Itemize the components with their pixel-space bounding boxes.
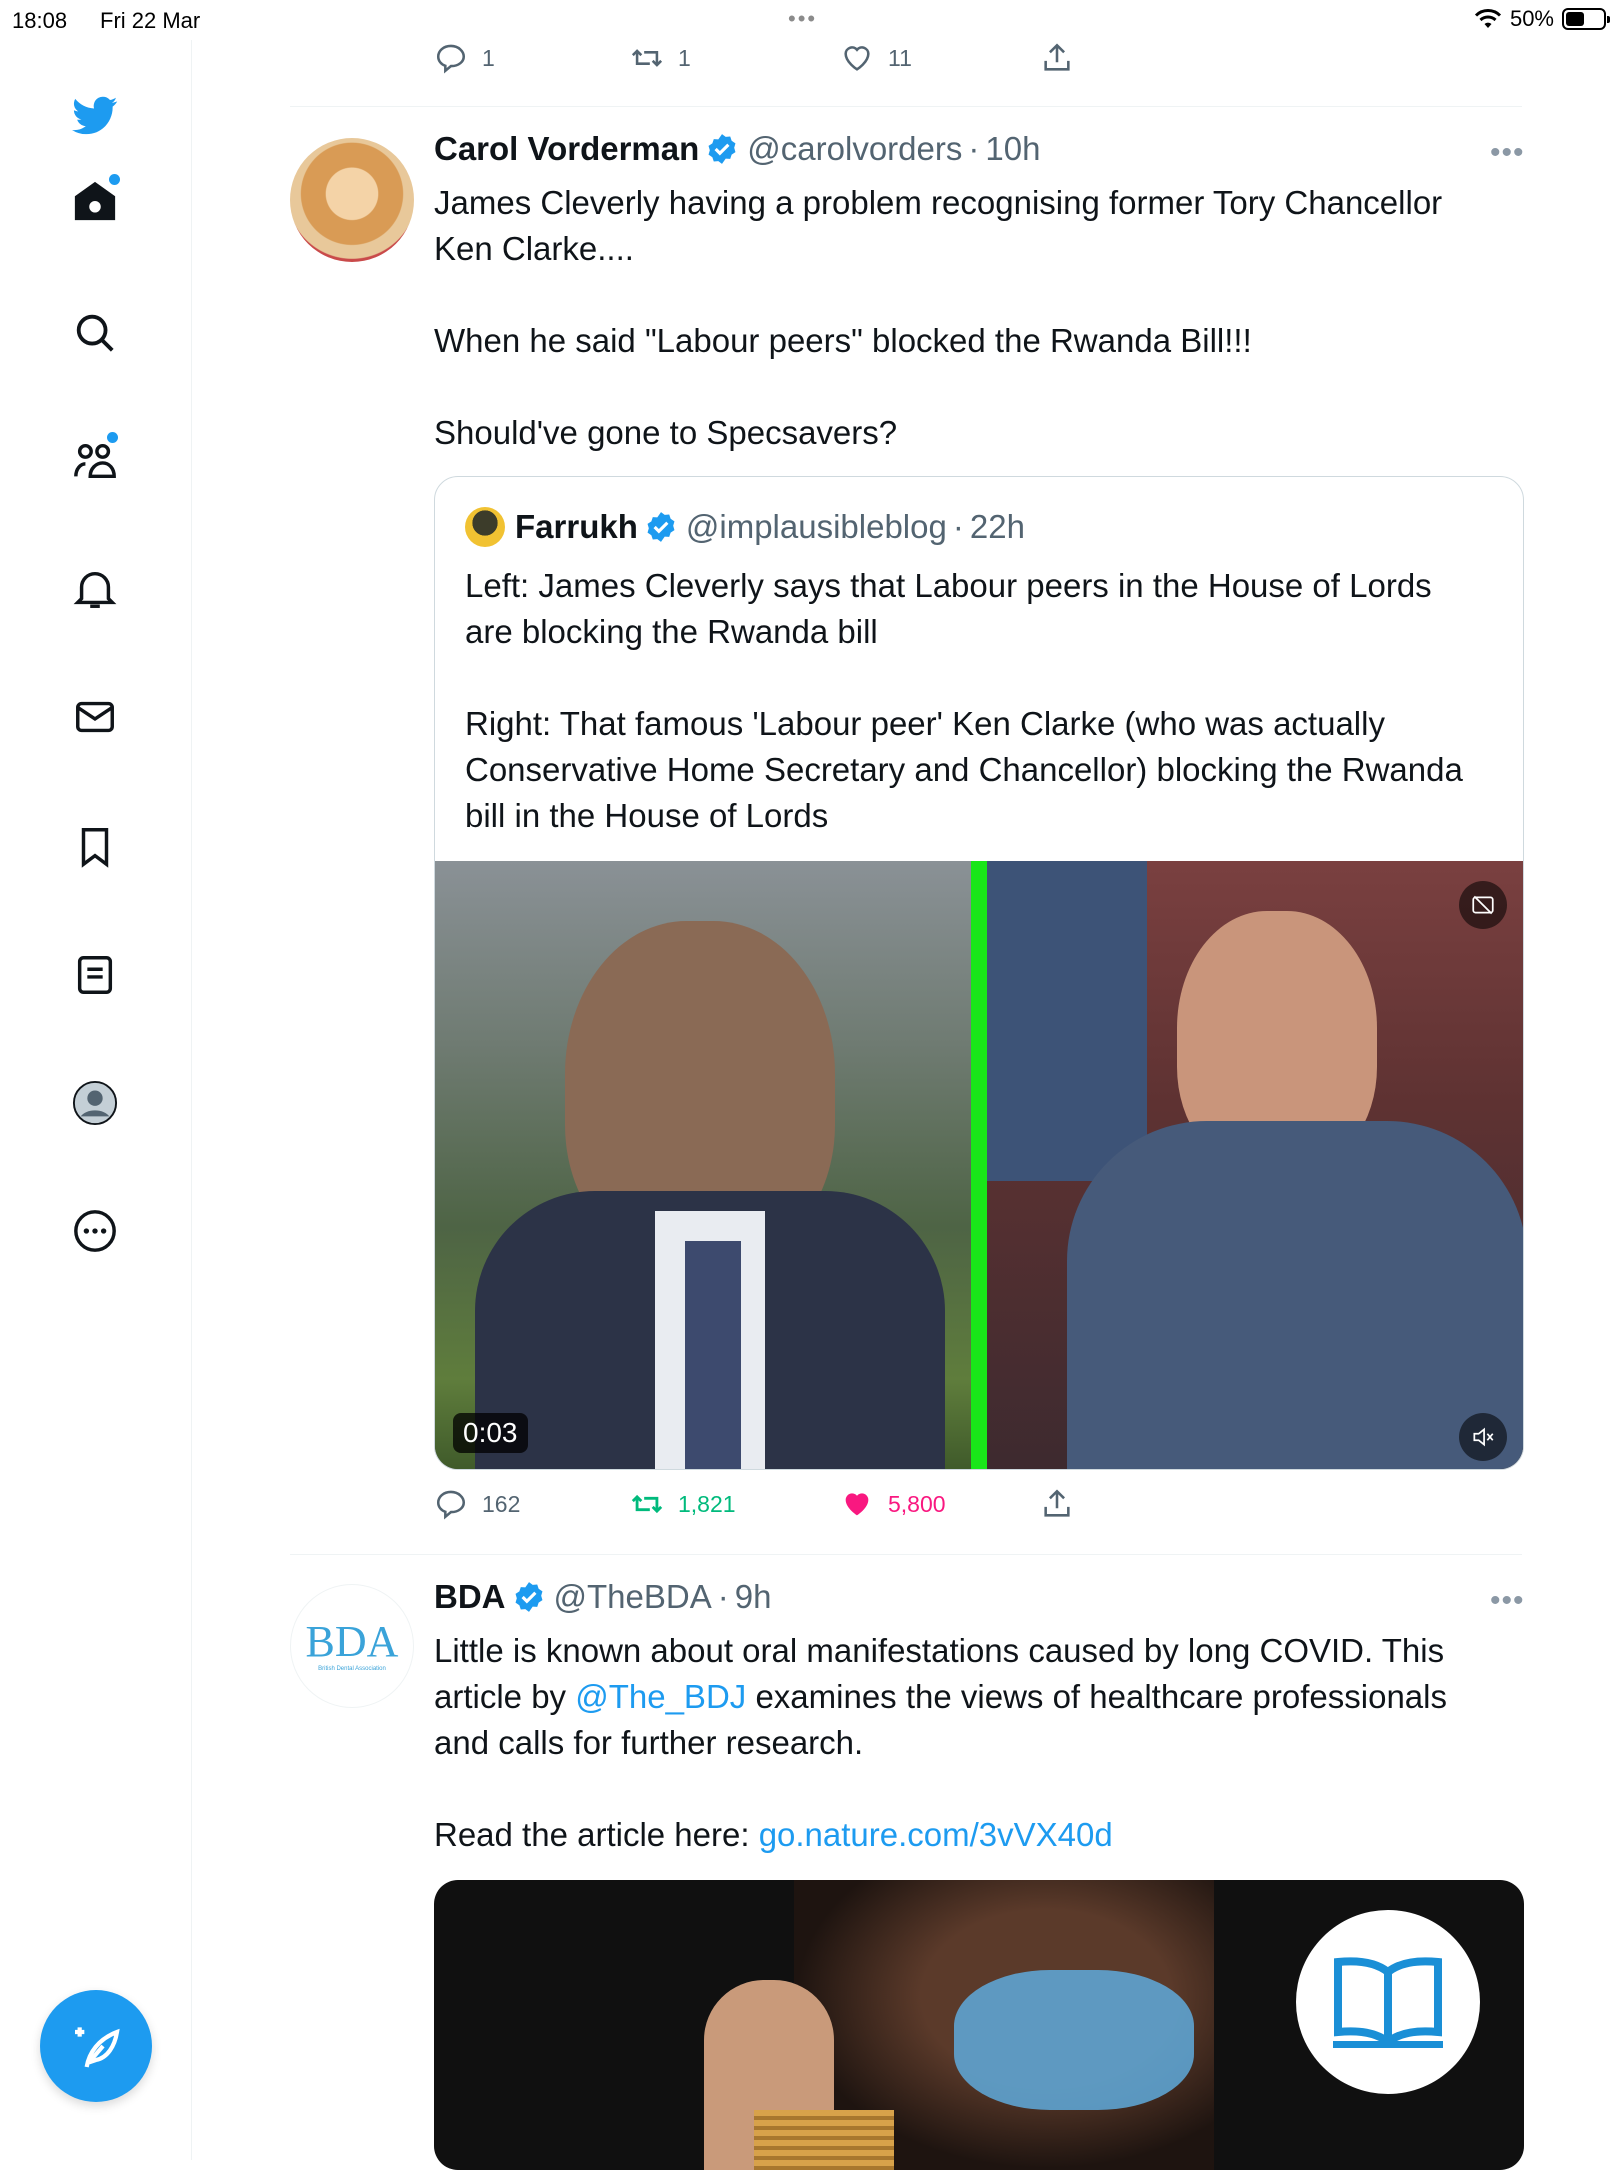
bookmark-icon[interactable] <box>62 814 128 880</box>
like-count: 5,800 <box>888 1490 946 1517</box>
separator-dot: · <box>952 508 964 545</box>
like-heart-icon <box>845 1493 869 1516</box>
retweet-count: 1,821 <box>678 1490 736 1517</box>
like-button[interactable]: 11 <box>840 41 912 75</box>
separator-dot: · <box>717 1578 729 1615</box>
verified-badge-icon <box>647 512 675 542</box>
article-image-object <box>754 2110 894 2170</box>
author-name[interactable]: Carol Vorderman <box>434 130 699 168</box>
reply-count: 1 <box>482 44 495 71</box>
tweet-time[interactable]: 9h <box>735 1578 772 1616</box>
tweet-text: Little is known about oral manifestation… <box>434 1628 1534 1858</box>
tweet-actions: 162 1,821 5,800 <box>434 1486 1094 1522</box>
video-left-tie <box>685 1241 741 1469</box>
more-circle-icon[interactable] <box>62 1198 128 1264</box>
book-icon-badge <box>1296 1910 1480 2094</box>
reply-count: 162 <box>482 1490 521 1517</box>
messages-envelope-icon[interactable] <box>62 684 128 750</box>
video-player[interactable]: 0:03 <box>435 861 1523 1469</box>
communities-unread-dot <box>107 432 118 443</box>
verified-badge-icon <box>708 134 736 164</box>
reply-button[interactable]: 1 <box>434 41 495 75</box>
separator-dot: · <box>968 130 980 167</box>
retweet-icon <box>631 1494 663 1514</box>
author-handle[interactable]: @TheBDA <box>554 1578 712 1616</box>
search-icon[interactable] <box>62 300 128 366</box>
status-time: 18:08 <box>12 8 68 33</box>
quote-author-handle[interactable]: @implausibleblog <box>686 508 947 546</box>
twitter-logo-icon[interactable] <box>62 82 128 148</box>
video-right-suit <box>1067 1121 1523 1469</box>
quote-tweet-card[interactable]: Farrukh @implausibleblog · 22h Left: Jam… <box>434 476 1524 1470</box>
share-icon <box>1044 1489 1070 1517</box>
author-name[interactable]: BDA <box>434 1578 506 1616</box>
avatar-bda[interactable]: BDA British Dental Association <box>290 1584 414 1708</box>
tweet-header: Carol Vorderman @carolvorders · 10h <box>434 130 1040 168</box>
verified-badge-icon <box>515 1582 542 1612</box>
battery-icon <box>1562 8 1610 30</box>
more-options-icon[interactable]: ••• <box>1490 136 1525 170</box>
tweet-text: James Cleverly having a problem recognis… <box>434 184 1443 451</box>
article-link[interactable]: go.nature.com/3vVX40d <box>759 1816 1113 1853</box>
tweet-divider <box>290 106 1522 107</box>
video-duration-badge: 0:03 <box>453 1413 528 1453</box>
quote-author-name[interactable]: Farrukh <box>515 508 638 546</box>
mute-icon[interactable] <box>1459 1413 1507 1461</box>
share-button[interactable] <box>1040 1487 1074 1521</box>
like-count: 11 <box>888 44 912 71</box>
multitasking-dots-icon[interactable]: ••• <box>788 6 817 32</box>
bda-logo-text: BDA <box>305 1617 399 1666</box>
home-unread-dot <box>109 174 120 185</box>
compose-tweet-button[interactable] <box>40 1990 152 2102</box>
reply-icon <box>436 1490 466 1520</box>
status-bar: 18:08 Fri 22 Mar ••• 50% <box>0 0 1620 40</box>
avatar-farrukh[interactable] <box>465 507 505 547</box>
like-button[interactable]: 5,800 <box>840 1487 946 1521</box>
status-right: 50% <box>1474 6 1610 32</box>
reply-icon <box>436 44 466 74</box>
article-image-mask <box>954 1970 1194 2110</box>
more-options-icon[interactable]: ••• <box>1490 1584 1525 1618</box>
bda-logo-subtext: British Dental Association <box>318 1666 386 1672</box>
captions-icon[interactable] <box>1459 881 1507 929</box>
compose-feather-icon <box>75 2027 120 2068</box>
lists-icon[interactable] <box>62 942 128 1008</box>
avatar-carol-vorderman[interactable] <box>290 138 414 262</box>
quote-time[interactable]: 22h <box>970 508 1025 546</box>
status-date: Fri 22 Mar <box>100 8 201 33</box>
share-button[interactable] <box>1040 41 1074 75</box>
retweet-count: 1 <box>678 44 691 71</box>
open-book-icon <box>1333 1957 1443 2048</box>
communities-icon[interactable] <box>62 428 128 494</box>
previous-tweet-actions: 1 1 11 <box>434 40 1094 76</box>
article-image-card[interactable] <box>434 1880 1524 2170</box>
retweet-icon <box>631 49 663 67</box>
battery-fill <box>1566 12 1584 26</box>
video-left-panel <box>435 861 971 1469</box>
share-icon <box>1044 43 1070 71</box>
author-handle[interactable]: @carolvorders <box>747 130 962 168</box>
retweet-button[interactable]: 1,821 <box>630 1487 736 1521</box>
video-green-divider <box>971 861 987 1469</box>
sidebar <box>0 40 192 2160</box>
profile-avatar-icon[interactable] <box>62 1070 128 1136</box>
quote-text: Left: James Cleverly says that Labour pe… <box>465 567 1463 834</box>
video-right-panel <box>987 861 1523 1469</box>
read-article-label: Read the article here: <box>434 1816 759 1853</box>
battery-percent: 50% <box>1509 6 1554 31</box>
home-icon[interactable] <box>62 168 128 234</box>
tweet-time[interactable]: 10h <box>985 130 1040 168</box>
retweet-button[interactable]: 1 <box>630 41 691 75</box>
video-right-background-figure <box>987 861 1147 1181</box>
like-heart-icon <box>844 46 870 71</box>
notifications-bell-icon[interactable] <box>62 556 128 622</box>
mention-link[interactable]: @The_BDJ <box>575 1678 746 1715</box>
wifi-icon <box>1474 9 1502 28</box>
reply-button[interactable]: 162 <box>434 1487 520 1521</box>
quote-header: Farrukh @implausibleblog · 22h <box>465 507 1025 547</box>
tweet-divider <box>290 1554 1522 1555</box>
tweet-header: BDA @TheBDA · 9h <box>434 1578 771 1616</box>
